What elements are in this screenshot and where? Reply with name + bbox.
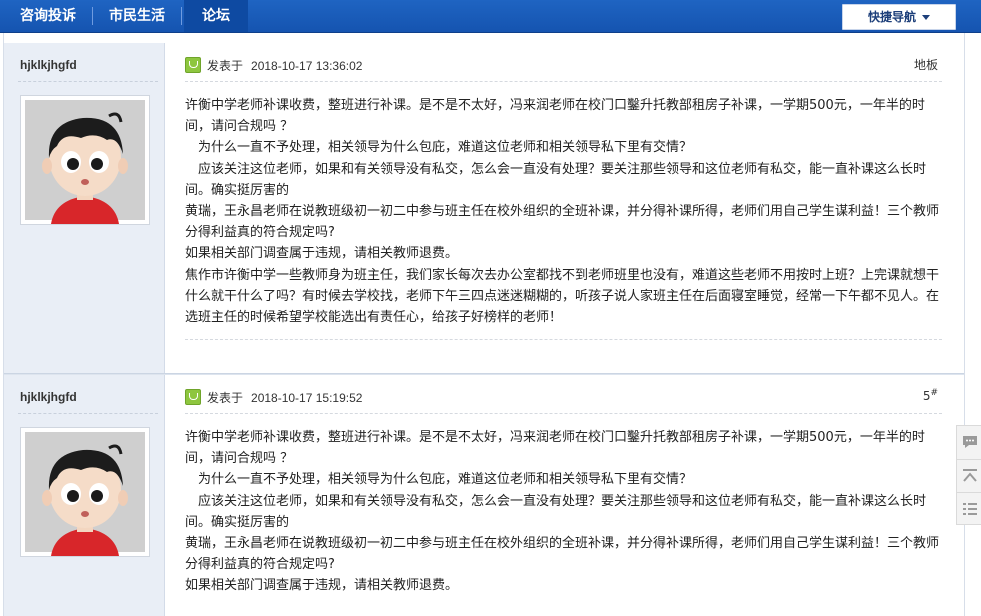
post-body: 许衡中学老师补课收费，整班进行补课。是不是不太好，冯来润老师在校门口鑿升托教部租… (185, 95, 945, 328)
post-content: 发表于 2018-10-17 15:19:52 5# 许衡中学老师补课收费，整班进… (165, 375, 964, 616)
post-paragraph: 焦作市许衡中学一些教师身为班主任，我们家长每次去办公室都找不到老师班里也没有，难… (185, 267, 940, 326)
back-to-top-icon (963, 469, 977, 482)
floor-label: 地板 (913, 58, 938, 72)
post-paragraph: 应该关注这位老师，如果和有关领导没有私交，怎么会一直没有处理？要关注那些领导和这… (185, 161, 927, 198)
nav-item-citizen-life[interactable]: 市民生活 (95, 0, 179, 32)
divider (185, 81, 942, 82)
floating-toolbar (956, 425, 981, 525)
post-content: 发表于 2018-10-17 13:36:02 地板 许衡中学老师补课收费，整班进… (165, 43, 964, 375)
chevron-down-icon (922, 15, 930, 20)
quick-nav-button[interactable]: 快捷导航 (842, 4, 956, 30)
post: hjklkjhgfd (4, 43, 964, 375)
comment-icon (963, 436, 977, 448)
post-paragraph: 应该关注这位老师，如果和有关领导没有私交，怎么会一直没有处理？要关注那些领导和这… (185, 493, 927, 530)
reply-button[interactable] (957, 426, 981, 458)
floor-number[interactable]: 地板 (914, 56, 938, 73)
divider (185, 339, 942, 340)
post-meta: 发表于 2018-10-17 15:19:52 (207, 389, 362, 406)
post-paragraph: 黄瑞，王永昌老师在说教班级初一初二中参与班主任在校外组织的全班补课，并分得补课所… (185, 536, 940, 573)
post: hjklkjhgfd (4, 375, 964, 616)
list-icon (963, 503, 977, 515)
post-paragraph: 许衡中学老师补课收费，整班进行补课。是不是不太好，冯来润老师在校门口鑿升托教部租… (185, 430, 925, 467)
nav-divider (92, 7, 93, 25)
avatar[interactable] (20, 427, 150, 557)
thread-container: hjklkjhgfd 发表于 2018-10-17 13:36:02 地板 许衡… (3, 33, 965, 616)
floor-sup: # (930, 388, 938, 398)
nav-item-consult[interactable]: 咨询投诉 (8, 0, 88, 32)
post-paragraph: 为什么一直不予处理，相关领导为什么包庇，难道这位老师和相关领导私下里有交情？ (185, 140, 693, 156)
divider (18, 413, 158, 414)
posted-label: 发表于 (207, 391, 244, 405)
nav-item-forum[interactable]: 论坛 (184, 0, 248, 32)
post-meta: 发表于 2018-10-17 13:36:02 (207, 57, 362, 74)
author-username[interactable]: hjklkjhgfd (20, 390, 77, 404)
quick-nav-label: 快捷导航 (867, 10, 916, 24)
floor-number[interactable]: 5# (923, 388, 938, 403)
author-panel: hjklkjhgfd (4, 375, 165, 616)
online-badge-icon (185, 389, 201, 405)
top-nav-bar: 咨询投诉 市民生活 论坛 快捷导航 (0, 0, 981, 33)
avatar-cartoon-boy-icon (25, 100, 145, 224)
author-panel: hjklkjhgfd (4, 43, 165, 375)
avatar[interactable] (20, 95, 150, 225)
post-paragraph: 许衡中学老师补课收费，整班进行补课。是不是不太好，冯来润老师在校门口鑿升托教部租… (185, 98, 925, 135)
divider (185, 413, 942, 414)
post-paragraph: 黄瑞，王永昌老师在说教班级初一初二中参与班主任在校外组织的全班补课，并分得补课所… (185, 204, 940, 241)
post-paragraph: 如果相关部门调查属于违规，请相关教师退费。 (185, 246, 459, 262)
post-paragraph: 如果相关部门调查属于违规，请相关教师退费。 (185, 578, 459, 594)
post-paragraph: 为什么一直不予处理，相关领导为什么包庇，难道这位老师和相关领导私下里有交情？ (185, 472, 693, 488)
nav-divider (181, 7, 182, 25)
post-time: 2018-10-17 13:36:02 (251, 59, 363, 73)
thread-list-button[interactable] (957, 492, 981, 525)
divider (18, 81, 158, 82)
post-body: 许衡中学老师补课收费，整班进行补课。是不是不太好，冯来润老师在校门口鑿升托教部租… (185, 427, 945, 597)
avatar-cartoon-boy-icon (25, 432, 145, 556)
author-username[interactable]: hjklkjhgfd (20, 58, 77, 72)
back-to-top-button[interactable] (957, 459, 981, 492)
posted-label: 发表于 (207, 59, 244, 73)
post-time: 2018-10-17 15:19:52 (251, 391, 363, 405)
online-badge-icon (185, 57, 201, 73)
